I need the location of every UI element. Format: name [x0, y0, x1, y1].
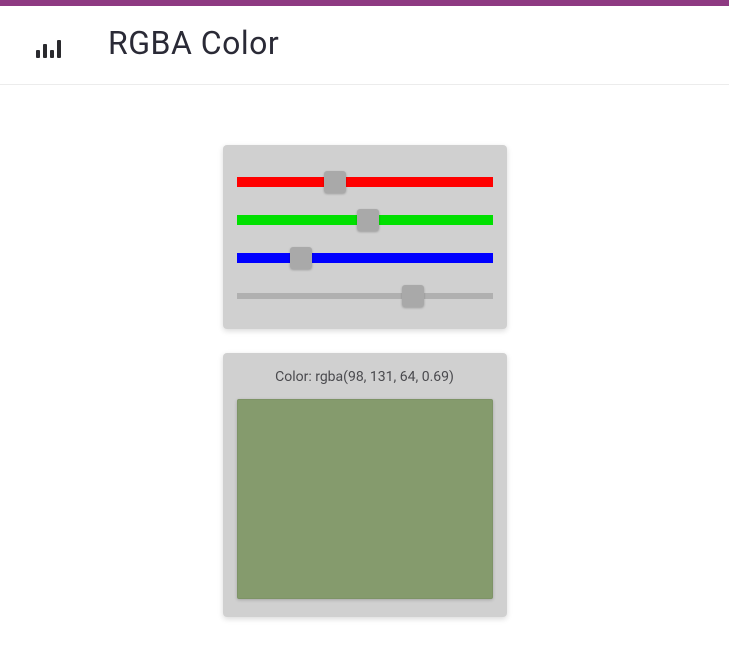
- content: Color: rgba(98, 131, 64, 0.69): [0, 85, 729, 617]
- red-track: [237, 177, 493, 187]
- blue-thumb[interactable]: [290, 247, 312, 269]
- sliders-panel: [223, 145, 507, 329]
- bars-icon: [28, 28, 68, 58]
- page-title: RGBA Color: [108, 24, 279, 62]
- alpha-slider[interactable]: [237, 287, 493, 305]
- blue-slider[interactable]: [237, 249, 493, 267]
- header: RGBA Color: [0, 6, 729, 85]
- color-swatch: [237, 399, 493, 599]
- green-slider[interactable]: [237, 211, 493, 229]
- preview-panel: Color: rgba(98, 131, 64, 0.69): [223, 353, 507, 617]
- green-thumb[interactable]: [357, 209, 379, 231]
- blue-track: [237, 253, 493, 263]
- red-slider[interactable]: [237, 173, 493, 191]
- red-thumb[interactable]: [324, 171, 346, 193]
- color-label: Color: rgba(98, 131, 64, 0.69): [237, 369, 493, 385]
- alpha-track: [237, 293, 493, 299]
- alpha-thumb[interactable]: [402, 285, 424, 307]
